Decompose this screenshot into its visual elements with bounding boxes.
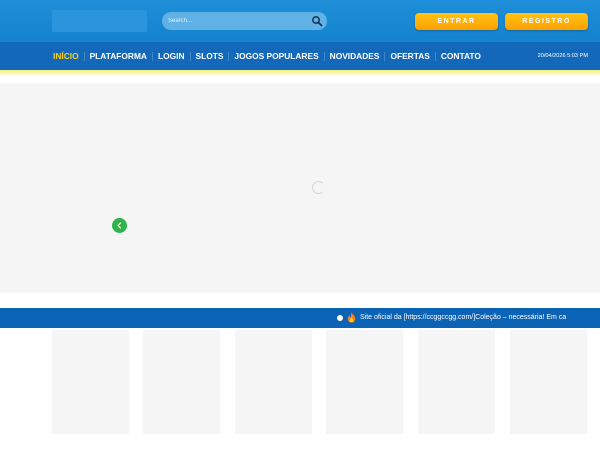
game-card[interactable] (418, 330, 495, 434)
nav-item-novidades[interactable]: NOVIDADES (325, 42, 385, 70)
nav-item-ofertas[interactable]: OFERTAS (385, 42, 434, 70)
nav-item-login[interactable]: LOGIN (153, 42, 190, 70)
main-nav: INÍCIO PLATAFORMA LOGIN SLOTS JOGOS POPU… (0, 42, 600, 70)
entrar-button[interactable]: ENTRAR (415, 13, 498, 30)
nav-underline-glow (0, 70, 600, 77)
hero-banner (0, 83, 600, 293)
game-card[interactable] (510, 330, 587, 434)
game-card[interactable] (235, 330, 312, 434)
search-bar (162, 12, 327, 30)
game-card[interactable] (52, 330, 129, 434)
site-logo[interactable] (52, 10, 147, 32)
current-datetime: 20/04/2026 5:03 PM (537, 53, 588, 59)
chevron-left-icon (117, 222, 122, 229)
nav-item-contato[interactable]: CONTATO (436, 42, 486, 70)
loading-spinner-icon (312, 181, 325, 194)
game-card[interactable] (326, 330, 403, 434)
search-input[interactable] (162, 12, 307, 30)
nav-item-jogos-populares[interactable]: JOGOS POPULARES (229, 42, 323, 70)
registro-button[interactable]: REGISTRO (505, 13, 588, 30)
fire-icon (347, 312, 356, 323)
game-cards (52, 330, 588, 434)
search-icon[interactable] (311, 15, 323, 27)
ticker-text[interactable]: Site oficial da [https://ccggccgg.com/]C… (360, 308, 566, 328)
announcement-ticker: Site oficial da [https://ccggccgg.com/]C… (0, 308, 600, 328)
nav-list: INÍCIO PLATAFORMA LOGIN SLOTS JOGOS POPU… (48, 42, 486, 70)
nav-item-slots[interactable]: SLOTS (191, 42, 229, 70)
top-header: ENTRAR REGISTRO (0, 0, 600, 42)
game-card[interactable] (143, 330, 220, 434)
ticker-bullet (337, 315, 343, 321)
nav-item-inicio[interactable]: INÍCIO (48, 42, 84, 70)
nav-item-plataforma[interactable]: PLATAFORMA (85, 42, 152, 70)
carousel-prev-button[interactable] (112, 218, 127, 233)
